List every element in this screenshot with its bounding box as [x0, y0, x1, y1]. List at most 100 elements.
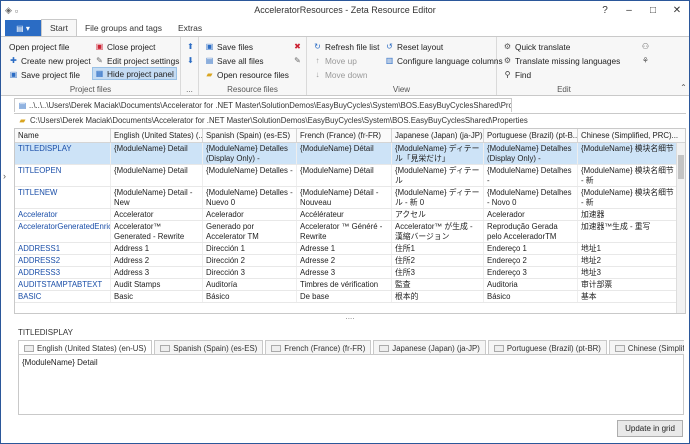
scrollbar-thumb[interactable]: [678, 155, 684, 179]
table-row[interactable]: ADDRESS3 Address 3 Dirección 3 Adresse 3 住所3…: [15, 267, 685, 279]
grid-scrollbar[interactable]: [676, 143, 685, 313]
create-project-button[interactable]: ✚ Create new project: [7, 54, 93, 67]
table-cell[interactable]: Accélérateur: [297, 209, 392, 220]
reset-layout-button[interactable]: ↺ Reset layout: [383, 40, 445, 53]
table-cell[interactable]: TITLEOPEN: [15, 165, 111, 186]
table-cell[interactable]: TITLEDISPLAY: [15, 143, 111, 164]
table-cell[interactable]: Endereço 2: [484, 255, 578, 266]
table-row[interactable]: BASIC Basic Básico De base 根本的 Básico 基本: [15, 291, 685, 303]
ribbon-collapse-button[interactable]: ⌃: [677, 81, 689, 94]
table-cell[interactable]: 住所1: [392, 243, 484, 254]
refresh-file-list-button[interactable]: ↻ Refresh file list: [311, 40, 381, 53]
table-cell[interactable]: 审计部票: [578, 279, 678, 290]
table-cell[interactable]: ADDRESS1: [15, 243, 111, 254]
table-cell[interactable]: 住所2: [392, 255, 484, 266]
table-cell[interactable]: 加速器™生成 - 重写: [578, 221, 678, 242]
table-cell[interactable]: Básico: [484, 291, 578, 302]
table-cell[interactable]: BASIC: [15, 291, 111, 302]
table-cell[interactable]: {ModuleName} Detail: [111, 165, 203, 186]
table-cell[interactable]: Acelerador: [203, 209, 297, 220]
minimize-button[interactable]: –: [617, 1, 641, 20]
table-cell[interactable]: {ModuleName} Détail - Nouveau: [297, 187, 392, 208]
table-cell[interactable]: AcceleratorGeneratedEnrichedVersion: [15, 221, 111, 242]
tab-file-groups[interactable]: File groups and tags: [77, 20, 170, 36]
move-up-button[interactable]: ↑ Move up: [311, 54, 359, 67]
table-cell[interactable]: {ModuleName} 模块名细节: [578, 143, 678, 164]
table-cell[interactable]: {ModuleName} Detalhes (Display Only) -: [484, 143, 578, 164]
table-cell[interactable]: De base: [297, 291, 392, 302]
table-cell[interactable]: Auditoria: [484, 279, 578, 290]
table-cell[interactable]: Endereço 3: [484, 267, 578, 278]
lang-tab-ja[interactable]: Japanese (Japan) (ja-JP): [373, 340, 486, 354]
table-cell[interactable]: {ModuleName} ディテール - 新 0: [392, 187, 484, 208]
col-english[interactable]: English (United States) (...: [111, 129, 203, 142]
table-cell[interactable]: Endereço 1: [484, 243, 578, 254]
table-cell[interactable]: Dirección 3: [203, 267, 297, 278]
table-row[interactable]: TITLEDISPLAY {ModuleName} Detail {ModuleNa…: [15, 143, 685, 165]
table-row[interactable]: ADDRESS2 Address 2 Dirección 2 Adresse 2 住所2…: [15, 255, 685, 267]
table-cell[interactable]: Timbres de vérification: [297, 279, 392, 290]
table-cell[interactable]: Acelerador: [484, 209, 578, 220]
tab-extras[interactable]: Extras: [170, 20, 210, 36]
find-button[interactable]: ⚲ Find: [501, 68, 533, 81]
table-cell[interactable]: Address 1: [111, 243, 203, 254]
table-cell[interactable]: アクセル: [392, 209, 484, 220]
open-project-button[interactable]: Open project file: [7, 40, 71, 53]
table-cell[interactable]: Audit Stamps: [111, 279, 203, 290]
col-name[interactable]: Name: [15, 129, 111, 142]
table-cell[interactable]: Adresse 2: [297, 255, 392, 266]
table-cell[interactable]: Accelerator: [15, 209, 111, 220]
table-cell[interactable]: Auditoría: [203, 279, 297, 290]
translate-missing-button[interactable]: ⚙ Translate missing languages: [501, 54, 622, 67]
table-cell[interactable]: TITLENEW: [15, 187, 111, 208]
save-files-button[interactable]: ▣ Save files: [203, 40, 255, 53]
table-cell[interactable]: {ModuleName} Détail: [297, 143, 392, 164]
translation-editor[interactable]: {ModuleName} Detail: [18, 355, 684, 415]
people-button[interactable]: ⚇: [639, 40, 652, 53]
close-button[interactable]: ✕: [665, 1, 689, 20]
table-cell[interactable]: Adresse 1: [297, 243, 392, 254]
table-cell[interactable]: Accelerator™ Generated - Rewrite: [111, 221, 203, 242]
table-cell[interactable]: Accelerator: [111, 209, 203, 220]
lang-tab-es[interactable]: Spanish (Spain) (es-ES): [154, 340, 264, 354]
table-cell[interactable]: Basic: [111, 291, 203, 302]
table-cell[interactable]: {ModuleName} Detail: [111, 143, 203, 164]
table-row[interactable]: TITLENEW {ModuleName} Detail - New {Module…: [15, 187, 685, 209]
quick-translate-button[interactable]: ⚙ Quick translate: [501, 40, 572, 53]
help-button[interactable]: ?: [593, 1, 617, 20]
hide-project-panel-toggle[interactable]: ▦ Hide project panel: [92, 67, 177, 80]
table-row[interactable]: AUDITSTAMPTABTEXT Audit Stamps Auditoría Ti…: [15, 279, 685, 291]
table-cell[interactable]: 住所3: [392, 267, 484, 278]
table-cell[interactable]: {ModuleName} Detalhes -: [484, 165, 578, 186]
lang-tab-pt[interactable]: Portuguese (Brazil) (pt-BR): [487, 340, 607, 354]
update-in-grid-button[interactable]: Update in grid: [617, 420, 683, 437]
tab-start[interactable]: Start: [41, 19, 77, 36]
table-cell[interactable]: Address 2: [111, 255, 203, 266]
table-cell[interactable]: {ModuleName} ディテール: [392, 165, 484, 186]
save-project-button[interactable]: ▣ Save project file: [7, 68, 82, 81]
open-resource-files-button[interactable]: ▰ Open resource files: [203, 68, 291, 81]
table-cell[interactable]: AUDITSTAMPTABTEXT: [15, 279, 111, 290]
table-row[interactable]: Accelerator Accelerator Acelerador Accéléra…: [15, 209, 685, 221]
table-cell[interactable]: Adresse 3: [297, 267, 392, 278]
table-cell[interactable]: 加速器: [578, 209, 678, 220]
table-cell[interactable]: 監査: [392, 279, 484, 290]
down-arrow-button[interactable]: ⬇: [184, 54, 197, 67]
table-cell[interactable]: {ModuleName} 模块名细节 - 新: [578, 165, 678, 186]
col-chinese[interactable]: Chinese (Simplified, PRC)...: [578, 129, 678, 142]
move-down-button[interactable]: ↓ Move down: [311, 68, 369, 81]
table-cell[interactable]: 地址1: [578, 243, 678, 254]
up-arrow-button[interactable]: ⬆: [184, 40, 197, 53]
configure-columns-button[interactable]: ▥ Configure language columns: [383, 54, 505, 67]
table-row[interactable]: TITLEOPEN {ModuleName} Detail {ModuleName}…: [15, 165, 685, 187]
table-row[interactable]: AcceleratorGeneratedEnrichedVersionAccel…: [15, 221, 685, 243]
table-cell[interactable]: Reprodução Gerada pelo AcceleradorTM: [484, 221, 578, 242]
table-cell[interactable]: {ModuleName} Détail: [297, 165, 392, 186]
lang-tab-fr[interactable]: French (France) (fr-FR): [265, 340, 372, 354]
table-cell[interactable]: {ModuleName} ディテール「見栄だけ」: [392, 143, 484, 164]
col-japanese[interactable]: Japanese (Japan) (ja-JP): [392, 129, 484, 142]
col-spanish[interactable]: Spanish (Spain) (es-ES): [203, 129, 297, 142]
table-cell[interactable]: {ModuleName} Detalles (Display Only) -: [203, 143, 297, 164]
table-cell[interactable]: {ModuleName} Detalhes - Novo 0: [484, 187, 578, 208]
table-cell[interactable]: ADDRESS3: [15, 267, 111, 278]
